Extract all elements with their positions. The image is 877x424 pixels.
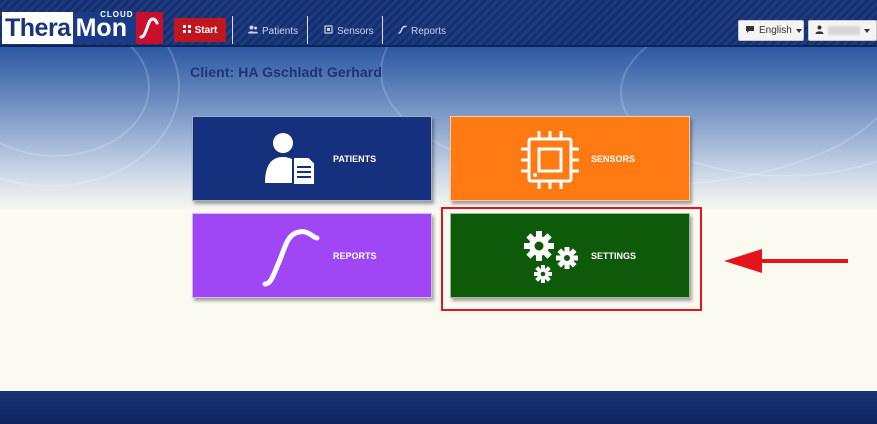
nav-sensors-label: Sensors [337,25,374,37]
theramon-logo[interactable]: Thera Mon CLOUD [2,10,165,44]
nav-reports-label: Reports [411,25,447,37]
user-dropdown[interactable] [808,20,877,41]
comment-icon [745,25,755,37]
user-name-redacted [828,26,860,35]
red-arrow-icon [724,249,848,273]
footer-bar [0,391,877,424]
chip-icon [521,131,579,189]
patients-icon [265,133,316,186]
nav-reports-link[interactable]: Reports [398,24,446,38]
nav-start-button[interactable]: Start [174,18,226,42]
user-icon [815,25,824,37]
patients-tile-label: PATIENTS [333,153,377,164]
logo-thera-text: Thera [2,12,73,44]
users-icon [248,25,258,37]
wave-icon [398,25,407,37]
nav-start-label: Start [194,24,218,36]
reports-tile[interactable]: REPORTS [192,213,432,298]
nav-sensors-link[interactable]: Sensors [324,24,374,38]
client-title: Client: HA Gschladt Gerhard [190,64,382,80]
language-dropdown[interactable]: English [738,20,804,41]
chevron-down-icon [795,28,802,33]
chevron-down-icon [864,28,870,33]
logo-mon-text: Mon CLOUD [72,10,136,44]
language-selected: English [759,25,792,36]
nav-divider [232,16,233,44]
nav-divider [307,16,308,44]
nav-patients-link[interactable]: Patients [248,24,298,38]
wave-icon [262,229,320,287]
sensors-tile-label: SENSORS [591,153,636,164]
header-background [0,47,877,212]
logo-cloud-text: CLOUD [100,10,134,19]
chip-icon [324,25,333,37]
grid-icon [182,24,191,36]
sensors-tile[interactable]: SENSORS [450,116,690,201]
settings-highlight-box [441,207,702,311]
logo-wave-icon [135,12,163,44]
nav-patients-label: Patients [262,25,299,37]
reports-tile-label: REPORTS [333,250,377,261]
nav-divider [382,16,383,44]
top-navbar: Thera Mon CLOUD Start Patients Sensors R… [0,0,877,47]
patients-tile[interactable]: PATIENTS [192,116,432,201]
